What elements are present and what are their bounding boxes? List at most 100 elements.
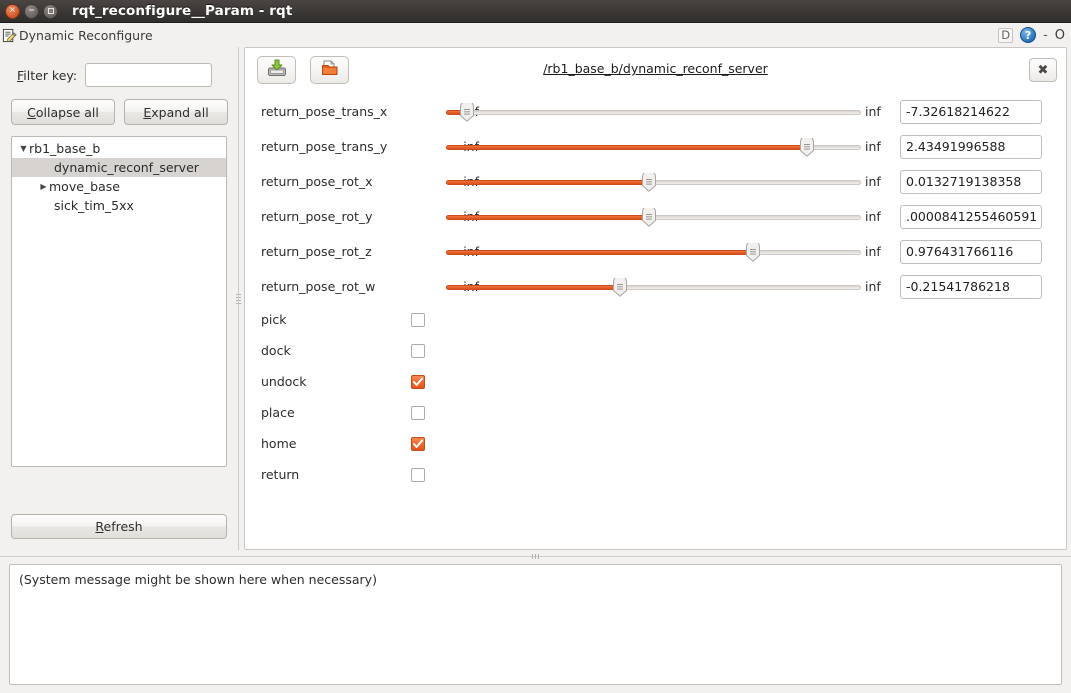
dock-float-icon[interactable]: O [1055, 28, 1065, 43]
parameter-label: return_pose_rot_x [261, 174, 373, 189]
chevron-right-icon[interactable]: ▶ [38, 182, 49, 191]
tree-item-label: rb1_base_b [29, 141, 101, 156]
boolean-label: pick [261, 312, 287, 327]
document-pencil-icon [2, 28, 17, 43]
filter-key-input[interactable] [85, 63, 213, 87]
parameter-max-label: inf [865, 104, 881, 119]
boolean-label: return [261, 467, 300, 482]
slider-fill [446, 214, 649, 220]
tree-item[interactable]: sick_tim_5xx [12, 196, 226, 215]
node-tree[interactable]: ▼ rb1_base_b dynamic_reconf_server ▶ move_ba… [11, 136, 227, 467]
boolean-checkbox[interactable] [411, 374, 425, 389]
filter-row: Filter key: [17, 63, 213, 87]
parameter-label: return_pose_rot_z [261, 244, 372, 259]
slider-handle[interactable] [800, 137, 815, 157]
parameter-max-label: inf [865, 139, 881, 154]
parameter-value-input[interactable] [900, 239, 1042, 264]
chevron-down-icon[interactable]: ▼ [18, 144, 29, 153]
parameter-label: return_pose_trans_x [261, 104, 388, 119]
dock-header-actions: D ? - O [998, 27, 1071, 43]
horizontal-splitter[interactable] [0, 550, 1071, 563]
boolean-checkbox[interactable] [411, 467, 425, 482]
dock-minimize-icon[interactable]: - [1043, 28, 1048, 43]
window-titlebar: ✕ − rqt_reconfigure__Param - rqt [0, 0, 1071, 23]
boolean-checkbox[interactable] [411, 343, 425, 358]
refresh-wrap: Refresh [11, 514, 227, 539]
node-path-link[interactable]: /rb1_base_b/dynamic_reconf_server [245, 61, 1066, 76]
parameter-value-input[interactable] [900, 169, 1042, 194]
parameter-slider[interactable] [446, 207, 861, 227]
window-title: rqt_reconfigure__Param - rqt [72, 3, 293, 19]
system-message-box[interactable]: (System message might be shown here when… [9, 564, 1062, 685]
boolean-checkbox[interactable] [411, 436, 425, 451]
tree-item[interactable]: ▼ rb1_base_b [12, 139, 226, 158]
parameter-row: return_pose_rot_x-infinf [245, 164, 1066, 199]
collapse-all-button[interactable]: Collapse all [11, 99, 115, 125]
sidebar: Filter key: Collapse all Expand all ▼ rb1… [0, 47, 232, 550]
checkmark-icon [413, 439, 423, 448]
boolean-row: pick [245, 304, 1066, 335]
filter-key-label: Filter key: [17, 67, 78, 83]
tree-item[interactable]: ▶ move_base [12, 177, 226, 196]
parameter-row: return_pose_trans_y-infinf [245, 129, 1066, 164]
parameter-slider[interactable] [446, 277, 861, 297]
boolean-row: return [245, 459, 1066, 490]
parameter-panel: /rb1_base_b/dynamic_reconf_server ✖ retu… [244, 47, 1067, 550]
tree-item-label: sick_tim_5xx [54, 198, 134, 213]
slider-handle[interactable] [746, 242, 761, 262]
parameter-slider[interactable] [446, 242, 861, 262]
parameter-row: return_pose_rot_z-infinf [245, 234, 1066, 269]
parameter-max-label: inf [865, 279, 881, 294]
slider-handle[interactable] [613, 277, 628, 297]
slider-track [446, 109, 861, 115]
boolean-checkbox[interactable] [411, 312, 425, 327]
parameter-slider[interactable] [446, 137, 861, 157]
slider-handle[interactable] [460, 102, 475, 122]
boolean-row: undock [245, 366, 1066, 397]
boolean-label: home [261, 436, 297, 451]
window-minimize-button[interactable]: − [24, 3, 39, 19]
splitter-grip-horizontal [532, 554, 539, 559]
expand-all-button[interactable]: Expand all [124, 99, 228, 125]
slider-handle[interactable] [642, 207, 657, 227]
tree-action-buttons: Collapse all Expand all [11, 99, 228, 125]
system-message-text: (System message might be shown here when… [19, 572, 377, 587]
parameter-row: return_pose_rot_y-infinf [245, 199, 1066, 234]
parameter-label: return_pose_trans_y [261, 139, 388, 154]
slider-fill [446, 249, 753, 255]
boolean-label: place [261, 405, 295, 420]
parameter-value-input[interactable] [900, 134, 1042, 159]
window-controls: ✕ − [0, 3, 58, 19]
tree-item-label: dynamic_reconf_server [54, 160, 199, 175]
close-panel-button[interactable]: ✖ [1029, 58, 1057, 82]
window-maximize-button[interactable] [43, 3, 58, 19]
panel-toolbar: /rb1_base_b/dynamic_reconf_server ✖ [245, 48, 1066, 94]
slider-fill [446, 284, 620, 290]
refresh-button[interactable]: Refresh [11, 514, 227, 539]
boolean-checkbox[interactable] [411, 405, 425, 420]
dock-title-label: Dynamic Reconfigure [19, 27, 153, 43]
parameter-value-input[interactable] [900, 99, 1042, 124]
parameter-value-input[interactable] [900, 274, 1042, 299]
slider-fill [446, 144, 807, 150]
help-icon[interactable]: ? [1020, 27, 1037, 43]
dock-title-group: Dynamic Reconfigure [0, 28, 153, 43]
tree-item-label: move_base [49, 179, 120, 194]
boolean-label: undock [261, 374, 307, 389]
slider-handle[interactable] [642, 172, 657, 192]
boolean-label: dock [261, 343, 291, 358]
parameter-value-input[interactable] [900, 204, 1042, 229]
parameter-slider[interactable] [446, 102, 861, 122]
parameter-label: return_pose_rot_y [261, 209, 373, 224]
parameter-label: return_pose_rot_w [261, 279, 376, 294]
parameter-max-label: inf [865, 174, 881, 189]
tree-item[interactable]: dynamic_reconf_server [12, 158, 226, 177]
parameter-slider[interactable] [446, 172, 861, 192]
parameter-list: return_pose_trans_x-infinfreturn_pose_tr… [245, 94, 1066, 490]
window-close-button[interactable]: ✕ [5, 3, 20, 19]
parameter-max-label: inf [865, 209, 881, 224]
parameter-row: return_pose_rot_w-infinf [245, 269, 1066, 304]
boolean-row: home [245, 428, 1066, 459]
vertical-splitter[interactable] [232, 47, 244, 550]
dock-widget-header: Dynamic Reconfigure D ? - O [0, 23, 1071, 47]
